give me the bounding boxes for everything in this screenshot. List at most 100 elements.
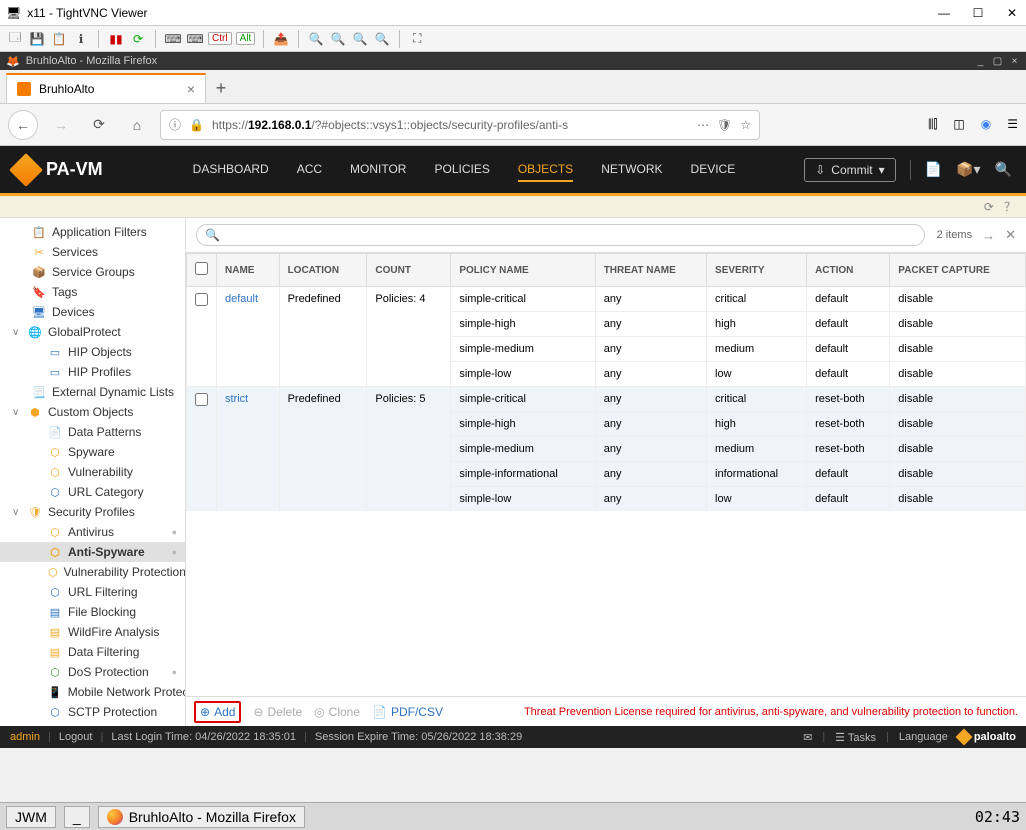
nav-objects[interactable]: OBJECTS [518, 158, 573, 182]
tab-close-icon[interactable]: × [187, 81, 195, 97]
transfer-icon[interactable]: 📤 [272, 30, 290, 48]
col-threat[interactable]: THREAT NAME [595, 254, 706, 287]
ff-max-button[interactable]: ▢ [992, 56, 1003, 67]
fullscreen-icon[interactable]: ⛶ [408, 30, 426, 48]
profile-link[interactable]: strict [225, 393, 248, 405]
pdfcsv-button[interactable]: 📄PDF/CSV [372, 705, 443, 719]
sidebar-item-url-category[interactable]: ⬡URL Category [0, 482, 185, 502]
sidebar-item-service-groups[interactable]: 📦Service Groups [0, 262, 185, 282]
zoom-out-icon[interactable]: 🔍 [329, 30, 347, 48]
tasks-link[interactable]: ☰ Tasks [835, 731, 876, 744]
url-bar[interactable]: ⓘ 🔒 https://192.168.0.1/?#objects::vsys1… [160, 110, 760, 140]
sidebar-item-antivirus[interactable]: ⬡Antivirus● [0, 522, 185, 542]
bookmark-icon[interactable]: ☆ [740, 118, 751, 132]
minimize-button[interactable]: — [936, 5, 952, 21]
profile-link[interactable]: default [225, 293, 258, 305]
menu-icon[interactable]: ☰ [1007, 117, 1018, 132]
sidebar-item-tags[interactable]: 🔖Tags [0, 282, 185, 302]
sidebar-item-external-dynamic-lists[interactable]: 📃External Dynamic Lists [0, 382, 185, 402]
pause-icon[interactable]: ▮▮ [107, 30, 125, 48]
col-name[interactable]: NAME [217, 254, 280, 287]
jwm-menu[interactable]: JWM [6, 806, 56, 828]
select-all-checkbox[interactable] [195, 262, 208, 275]
taskbar-app-firefox[interactable]: BruhloAlto - Mozilla Firefox [98, 806, 305, 828]
sidebar-item-spyware[interactable]: ⬡Spyware [0, 442, 185, 462]
search-input[interactable]: 🔍 [196, 224, 925, 246]
show-desktop[interactable]: _ [64, 806, 90, 828]
table-row[interactable]: strictPredefinedPolicies: 5simple-critic… [187, 387, 1026, 412]
col-count[interactable]: COUNT [367, 254, 451, 287]
nav-acc[interactable]: ACC [297, 158, 322, 182]
ff-close-button[interactable]: × [1009, 56, 1020, 67]
cad-icon[interactable]: ⌨ [164, 30, 182, 48]
sidebar-item-security-profile-groups[interactable]: 📦Security Profile Groups● [0, 722, 185, 726]
page-action-icon[interactable]: ⋯ [697, 118, 709, 132]
tracking-icon[interactable]: 🛡 [717, 118, 732, 132]
commit-button[interactable]: ⇩Commit▾ [804, 158, 895, 182]
nav-network[interactable]: NETWORK [601, 158, 662, 182]
reload-button[interactable]: ⟳ [84, 110, 114, 140]
back-button[interactable]: ← [8, 110, 38, 140]
sidebar-item-hip-profiles[interactable]: ▭HIP Profiles [0, 362, 185, 382]
sidebar-item-custom-objects[interactable]: ∨⬢Custom Objects [0, 402, 185, 422]
close-button[interactable]: ✕ [1004, 5, 1020, 21]
col-location[interactable]: LOCATION [279, 254, 367, 287]
add-button[interactable]: ⊕Add [194, 701, 241, 723]
col-capture[interactable]: PACKET CAPTURE [890, 254, 1026, 287]
info-icon[interactable]: ℹ [72, 30, 90, 48]
sidebar-item-anti-spyware[interactable]: ⬡Anti-Spyware● [0, 542, 185, 562]
nav-monitor[interactable]: MONITOR [350, 158, 406, 182]
forward-button[interactable]: → [46, 110, 76, 140]
clear-icon[interactable]: ✕ [1005, 227, 1016, 243]
col-action[interactable]: ACTION [807, 254, 890, 287]
sidebar-item-globalprotect[interactable]: ∨🌐GlobalProtect [0, 322, 185, 342]
site-info-icon[interactable]: ⓘ [169, 116, 181, 133]
sidebar-item-data-filtering[interactable]: ▤Data Filtering [0, 642, 185, 662]
account-icon[interactable]: ◉ [981, 117, 991, 132]
table-row[interactable]: defaultPredefinedPolicies: 4simple-criti… [187, 287, 1026, 312]
mail-icon[interactable]: ✉ [803, 731, 812, 744]
nav-device[interactable]: DEVICE [691, 158, 736, 182]
sidebar-item-security-profiles[interactable]: ∨🛡Security Profiles [0, 502, 185, 522]
sidebar-item-application-filters[interactable]: 📋Application Filters [0, 222, 185, 242]
config-icon[interactable]: 📄 [925, 161, 942, 178]
sidebar-item-services[interactable]: ✂Services [0, 242, 185, 262]
nav-policies[interactable]: POLICIES [434, 158, 489, 182]
help-icon[interactable]: ？ [1004, 198, 1016, 215]
search-icon[interactable]: 🔍 [995, 161, 1012, 178]
sidebar-item-mobile-network-protect[interactable]: 📱Mobile Network Protect [0, 682, 185, 702]
sidebar-item-vulnerability-protection[interactable]: ⬡Vulnerability Protection● [0, 562, 185, 582]
ctrl-key[interactable]: Ctrl [208, 32, 232, 45]
zoom-auto-icon[interactable]: 🔍 [373, 30, 391, 48]
object-icon[interactable]: 📦▾ [956, 161, 980, 178]
clone-button[interactable]: ◎Clone [314, 705, 360, 719]
delete-button[interactable]: ⊖Delete [253, 705, 302, 719]
sync-icon[interactable]: ⟳ [984, 200, 994, 214]
sidebar-item-wildfire-analysis[interactable]: ▤WildFire Analysis [0, 622, 185, 642]
sidebar-item-devices[interactable]: 🖥Devices [0, 302, 185, 322]
library-icon[interactable]: ⫼⫿ [928, 117, 937, 132]
tab-bruhloalto[interactable]: BruhloAlto × [6, 73, 206, 103]
logout-link[interactable]: Logout [59, 731, 93, 743]
zoom-100-icon[interactable]: 🔍 [351, 30, 369, 48]
refresh-icon[interactable]: ⟳ [129, 30, 147, 48]
maximize-button[interactable]: ☐ [970, 5, 986, 21]
sidebar-item-dos-protection[interactable]: ⬡DoS Protection● [0, 662, 185, 682]
zoom-in-icon[interactable]: 🔍 [307, 30, 325, 48]
sidebar-item-vulnerability[interactable]: ⬡Vulnerability [0, 462, 185, 482]
new-connection-icon[interactable]: 🗔 [6, 30, 24, 48]
sidebar-icon[interactable]: ◫ [953, 117, 964, 132]
language-link[interactable]: Language [899, 731, 948, 743]
sidebar-item-data-patterns[interactable]: 📄Data Patterns [0, 422, 185, 442]
col-severity[interactable]: SEVERITY [707, 254, 807, 287]
sidebar-item-hip-objects[interactable]: ▭HIP Objects [0, 342, 185, 362]
sidebar-item-sctp-protection[interactable]: ⬡SCTP Protection [0, 702, 185, 722]
row-checkbox[interactable] [195, 293, 208, 306]
nav-dashboard[interactable]: DASHBOARD [193, 158, 269, 182]
row-checkbox[interactable] [195, 393, 208, 406]
alt-key[interactable]: Alt [236, 32, 256, 45]
home-button[interactable]: ⌂ [122, 110, 152, 140]
ff-min-button[interactable]: _ [975, 56, 986, 67]
sidebar-item-url-filtering[interactable]: ⬡URL Filtering [0, 582, 185, 602]
save-icon[interactable]: 💾 [28, 30, 46, 48]
